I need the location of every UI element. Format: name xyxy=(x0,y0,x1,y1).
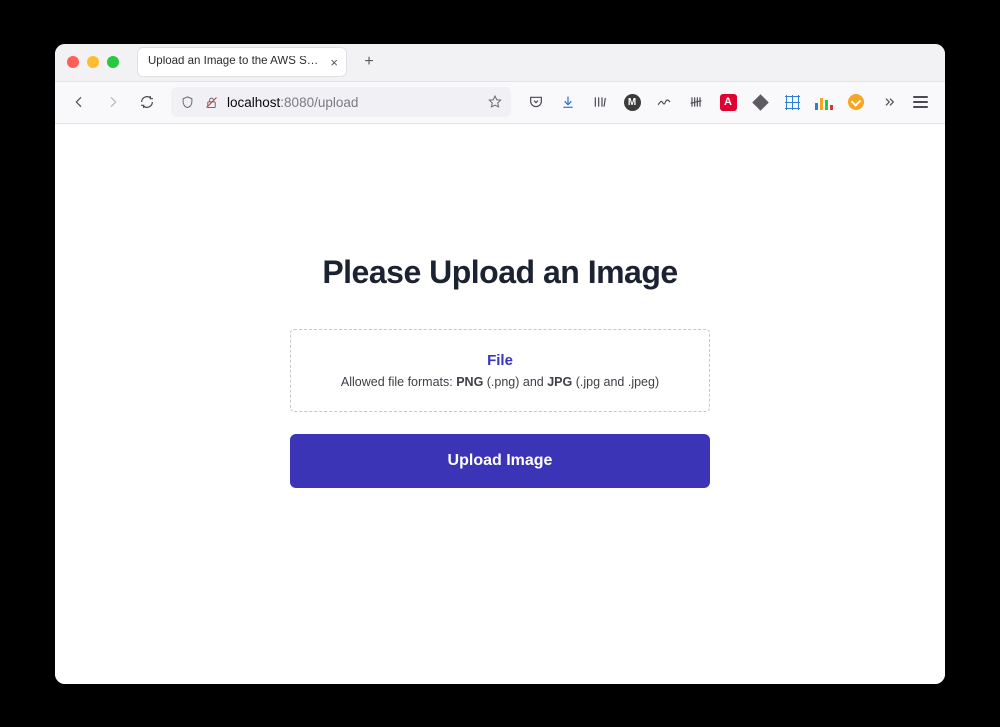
shield-icon xyxy=(179,94,195,110)
extension-nessie-icon[interactable] xyxy=(649,88,679,116)
extension-cube-icon[interactable] xyxy=(745,88,775,116)
file-dropzone[interactable]: File Allowed file formats: PNG (.png) an… xyxy=(290,329,710,412)
downloads-icon[interactable] xyxy=(553,88,583,116)
close-window-button[interactable] xyxy=(67,56,79,68)
extension-angular-icon[interactable]: A xyxy=(713,88,743,116)
url-text: localhost:8080/upload xyxy=(227,95,358,110)
extension-check-icon[interactable] xyxy=(841,88,871,116)
overflow-icon[interactable] xyxy=(873,88,903,116)
page-content: Please Upload an Image File Allowed file… xyxy=(55,124,945,684)
minimize-window-button[interactable] xyxy=(87,56,99,68)
hint-jpg: JPG xyxy=(547,375,572,389)
dropzone-title: File xyxy=(307,352,693,369)
browser-tab[interactable]: Upload an Image to the AWS S3 Buc × xyxy=(137,47,347,77)
hint-png-ext: (.png) and xyxy=(483,375,547,389)
upload-image-button[interactable]: Upload Image xyxy=(290,434,710,488)
extension-bars-icon[interactable] xyxy=(809,88,839,116)
insecure-lock-icon xyxy=(203,94,219,110)
nav-forward-button[interactable] xyxy=(99,88,127,116)
hint-jpg-ext: (.jpg and .jpeg) xyxy=(572,375,659,389)
extension-tally-icon[interactable] xyxy=(681,88,711,116)
window-controls xyxy=(67,56,119,68)
url-host: localhost xyxy=(227,95,280,110)
url-path: /upload xyxy=(314,95,358,110)
hint-prefix: Allowed file formats: xyxy=(341,375,456,389)
reload-button[interactable] xyxy=(133,88,161,116)
toolbar-actions: M A xyxy=(521,88,935,116)
nav-back-button[interactable] xyxy=(65,88,93,116)
url-port: :8080 xyxy=(280,95,314,110)
dropzone-hint: Allowed file formats: PNG (.png) and JPG… xyxy=(307,375,693,389)
tab-strip: Upload an Image to the AWS S3 Buc × + xyxy=(55,44,945,82)
extension-grid-icon[interactable] xyxy=(777,88,807,116)
tab-title: Upload an Image to the AWS S3 Buc xyxy=(148,56,322,68)
hint-png: PNG xyxy=(456,375,483,389)
browser-toolbar: localhost:8080/upload M A xyxy=(55,82,945,124)
page-heading: Please Upload an Image xyxy=(322,254,677,291)
extension-m-icon[interactable]: M xyxy=(617,88,647,116)
close-tab-icon[interactable]: × xyxy=(330,56,338,69)
library-icon[interactable] xyxy=(585,88,615,116)
bookmark-star-icon[interactable] xyxy=(487,94,503,110)
maximize-window-button[interactable] xyxy=(107,56,119,68)
pocket-icon[interactable] xyxy=(521,88,551,116)
app-menu-button[interactable] xyxy=(905,88,935,116)
new-tab-button[interactable]: + xyxy=(355,48,383,76)
browser-window: Upload an Image to the AWS S3 Buc × + lo… xyxy=(55,44,945,684)
url-bar[interactable]: localhost:8080/upload xyxy=(171,87,511,117)
